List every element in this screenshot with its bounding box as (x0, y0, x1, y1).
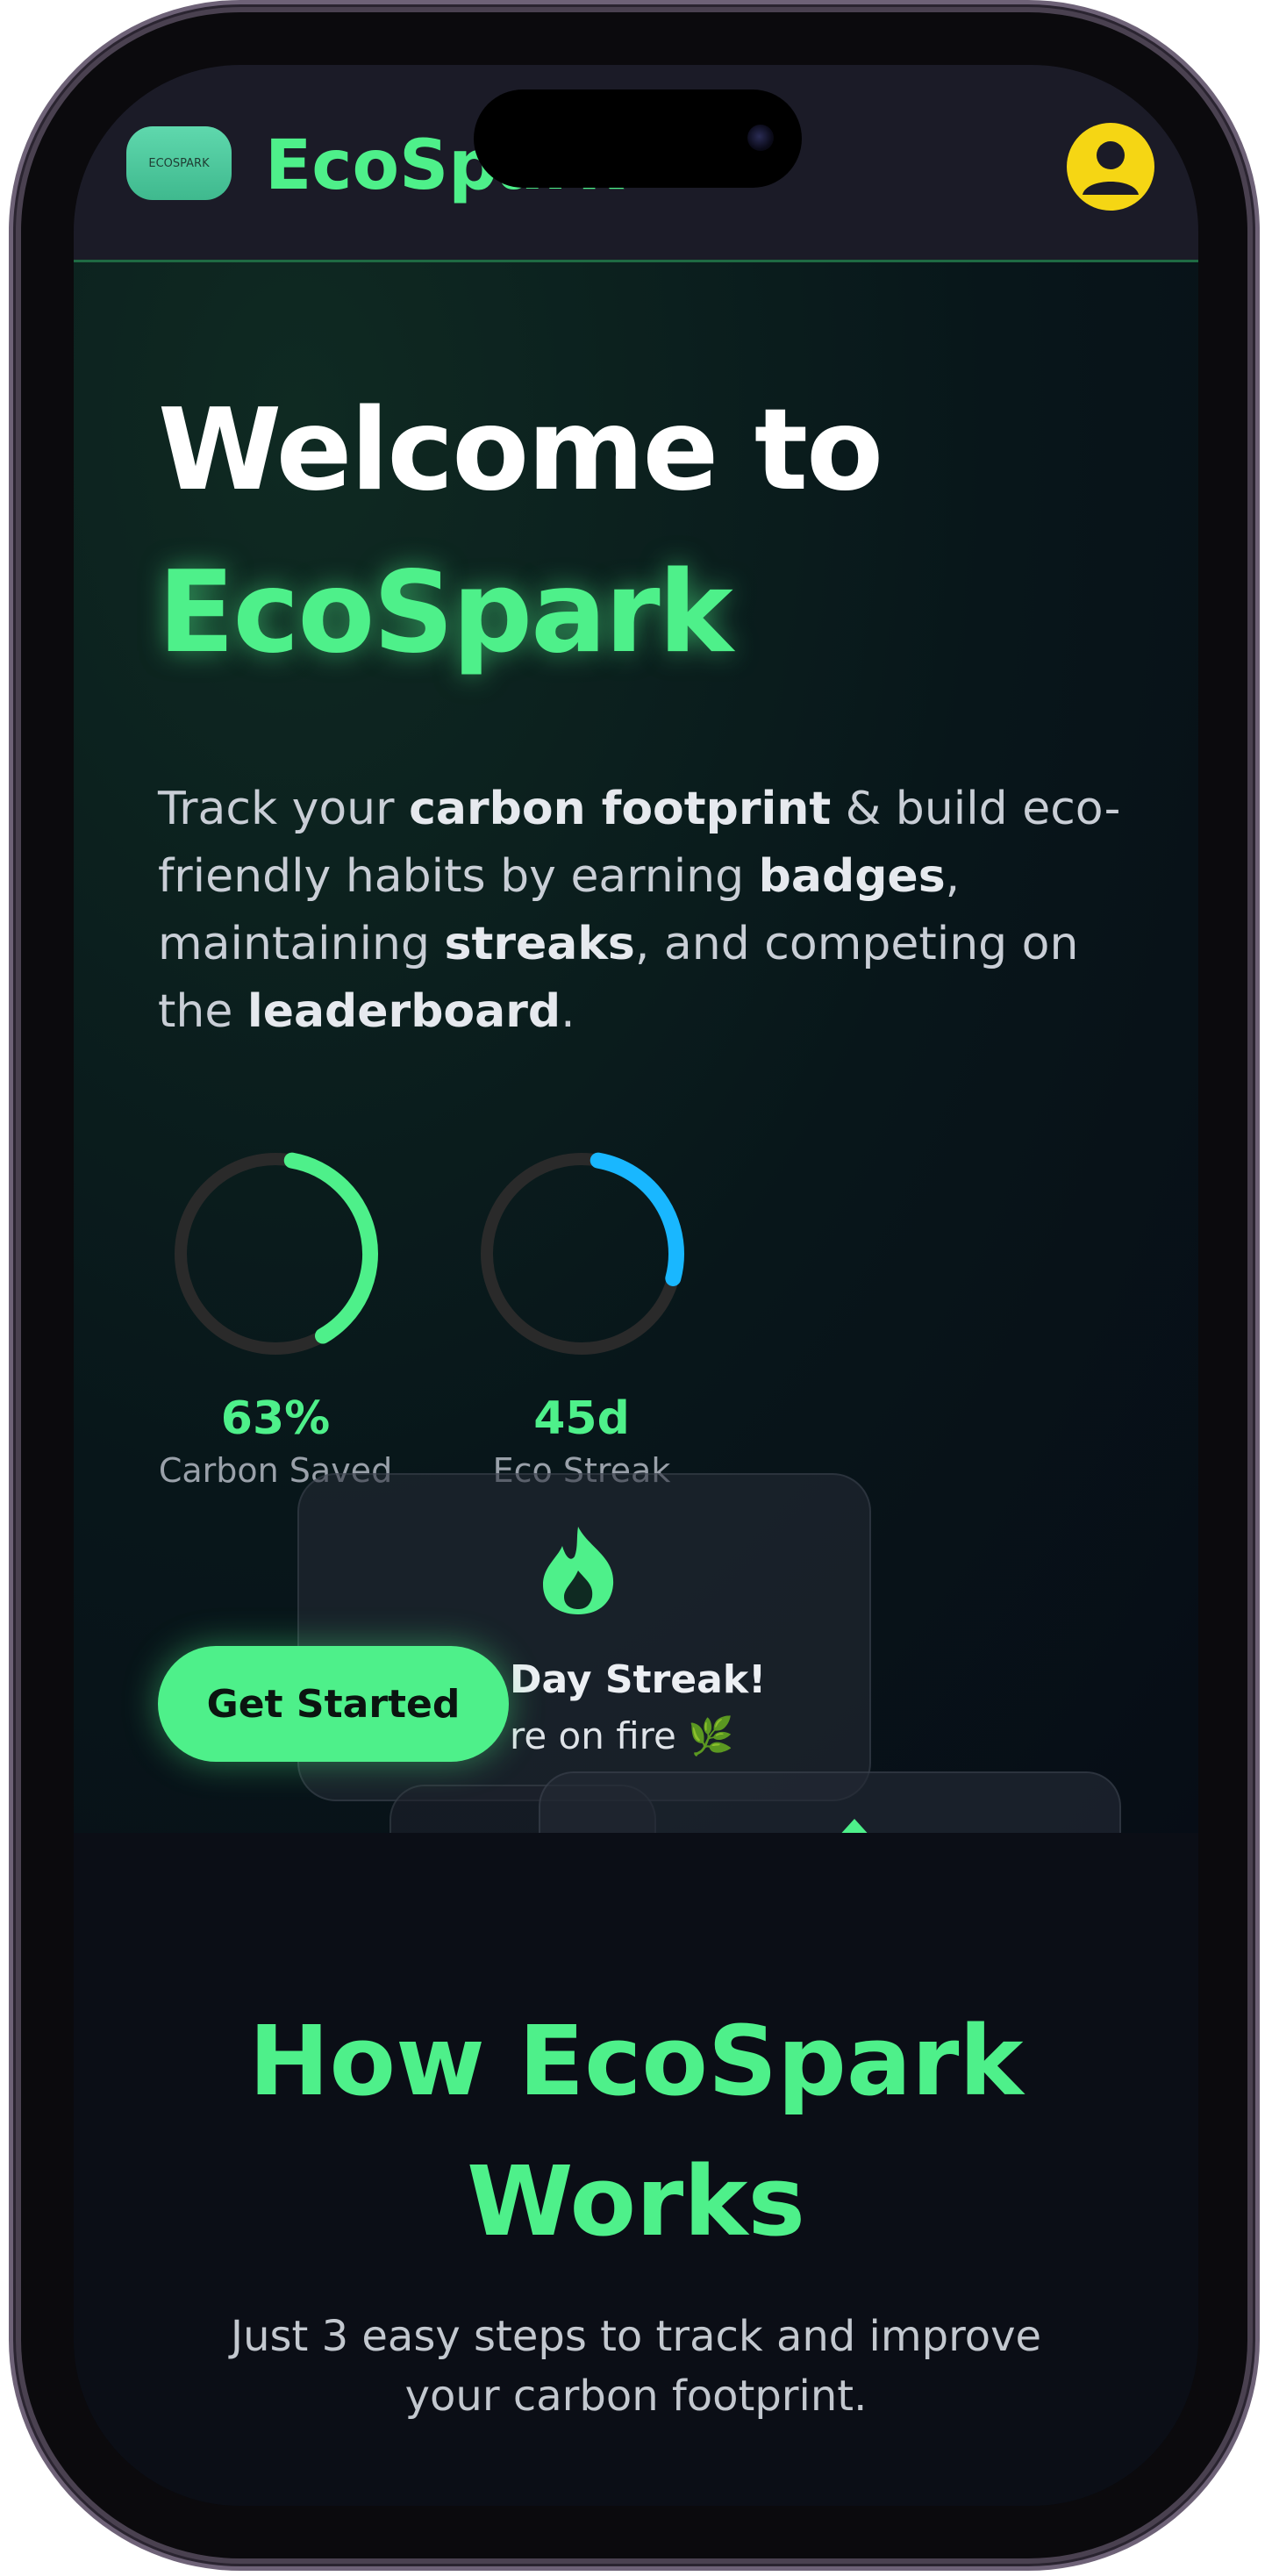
eco-streak-value: 45d (533, 1392, 630, 1445)
hero-brand-title: EcoSpark (158, 547, 733, 678)
hero-section: Welcome to EcoSpark Track your carbon fo… (74, 262, 1198, 1968)
action-button (11, 465, 21, 553)
carbon-saved-ring (175, 1152, 378, 1355)
flame-icon (543, 1527, 614, 1614)
eco-streak-ring (481, 1152, 684, 1355)
how-it-works-section: How EcoSpark Works Just 3 easy steps to … (74, 1833, 1198, 2506)
hero-description: Track your carbon footprint & build eco-… (158, 783, 1121, 1038)
carbon-saved-value: 63% (220, 1392, 331, 1445)
volume-up-button (11, 632, 21, 807)
streak-card-title: Day Streak! (510, 1657, 767, 1702)
user-avatar-icon[interactable] (1067, 123, 1154, 211)
power-button (1249, 763, 1260, 1027)
volume-down-button (11, 855, 21, 1031)
front-camera-icon (747, 125, 774, 151)
hero-title: Welcome to (158, 385, 883, 516)
logo[interactable]: ECOSPARK (126, 126, 232, 200)
logo-text: ECOSPARK (148, 156, 210, 170)
get-started-button[interactable]: Get Started (158, 1646, 509, 1762)
how-it-works-subtitle: Just 3 easy steps to track and improve y… (230, 2312, 1042, 2421)
dynamic-island (474, 89, 802, 188)
streak-card-subtitle: re on fire 🌿 (510, 1714, 734, 1757)
how-it-works-title: How EcoSpark Works (248, 2005, 1024, 2258)
screen: ECOSPARK EcoSpark Welcome to EcoSpark Tr… (74, 65, 1198, 2506)
